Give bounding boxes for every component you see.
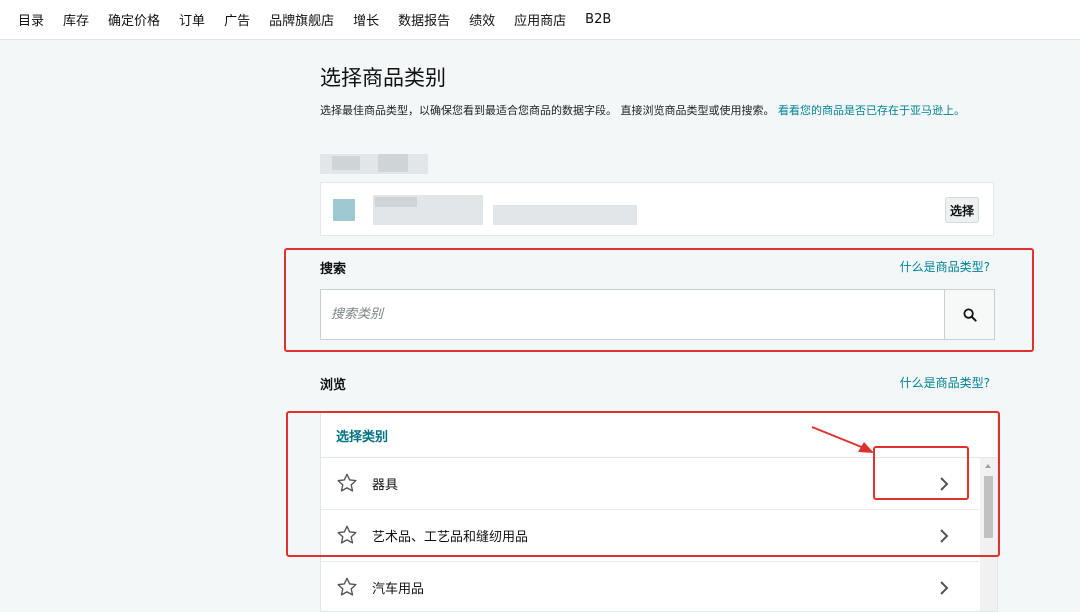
browse-panel: 选择类别 器具 艺术品、工艺品和缝纫用品 汽车用品: [320, 412, 998, 612]
scroll-up-arrow-icon[interactable]: [985, 464, 991, 468]
chevron-right-icon[interactable]: [939, 580, 949, 596]
top-navigation: 目录 库存 确定价格 订单 广告 品牌旗舰店 增长 数据报告 绩效 应用商店 B…: [0, 0, 1080, 40]
page-description: 选择最佳商品类型，以确保您看到最适合您商品的数据字段。 直接浏览商品类型或使用搜…: [320, 102, 996, 120]
description-text: 选择最佳商品类型，以确保您看到最适合您商品的数据字段。 直接浏览商品类型或使用搜…: [320, 104, 775, 117]
nav-item-pricing[interactable]: 确定价格: [108, 10, 160, 29]
search-box: [320, 289, 995, 340]
category-label: 艺术品、工艺品和缝纫用品: [372, 530, 529, 545]
category-label: 器具: [372, 478, 399, 493]
nav-item-inventory[interactable]: 库存: [63, 10, 89, 29]
nav-item-appstore[interactable]: 应用商店: [514, 10, 566, 29]
nav-item-growth[interactable]: 增长: [353, 10, 379, 29]
existing-product-link[interactable]: 看看您的商品是否已存在于亚马逊上。: [778, 104, 965, 117]
nav-item-catalog[interactable]: 目录: [18, 10, 44, 29]
search-label: 搜索: [320, 262, 347, 277]
nav-item-orders[interactable]: 订单: [179, 10, 205, 29]
nav-item-b2b[interactable]: B2B: [585, 12, 611, 27]
scroll-thumb[interactable]: [984, 476, 993, 538]
category-row[interactable]: 汽车用品: [321, 562, 979, 611]
star-icon[interactable]: [336, 576, 358, 598]
star-icon[interactable]: [336, 524, 358, 546]
select-button[interactable]: 选择: [945, 197, 979, 223]
star-icon[interactable]: [336, 472, 358, 494]
nav-item-advertising[interactable]: 广告: [224, 10, 250, 29]
nav-item-performance[interactable]: 绩效: [469, 10, 495, 29]
category-row[interactable]: 艺术品、工艺品和缝纫用品: [321, 510, 979, 562]
nav-item-reports[interactable]: 数据报告: [398, 10, 450, 29]
search-button[interactable]: [944, 290, 994, 339]
search-icon: [963, 308, 977, 322]
annotation-arrow: [811, 426, 874, 453]
browse-panel-header: 选择类别: [321, 413, 997, 458]
category-search-input[interactable]: [321, 290, 945, 339]
chevron-right-icon[interactable]: [939, 528, 949, 544]
chevron-right-icon[interactable]: [939, 476, 949, 492]
browse-label: 浏览: [320, 378, 347, 393]
search-help-link[interactable]: 什么是商品类型?: [900, 258, 990, 275]
selected-product-card: 选择: [320, 182, 994, 236]
browse-help-link[interactable]: 什么是商品类型?: [900, 374, 990, 391]
category-scrollbar[interactable]: [980, 458, 997, 611]
category-label: 汽车用品: [372, 582, 425, 597]
product-thumbnail: [333, 199, 355, 221]
category-row[interactable]: 器具: [321, 458, 979, 510]
page-title: 选择商品类别: [320, 66, 446, 90]
nav-item-brand-store[interactable]: 品牌旗舰店: [269, 10, 334, 29]
